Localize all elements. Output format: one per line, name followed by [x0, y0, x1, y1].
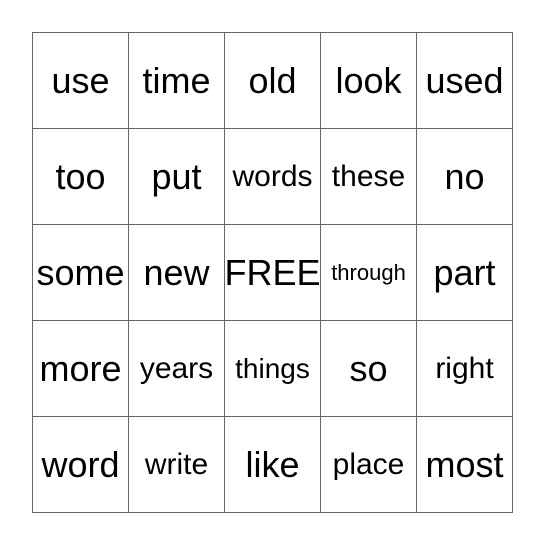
bingo-cell: time	[129, 33, 225, 129]
bingo-cell: so	[321, 321, 417, 417]
free-space-cell: FREE	[225, 225, 321, 321]
bingo-cell: words	[225, 129, 321, 225]
bingo-cell: more	[33, 321, 129, 417]
bingo-cell: use	[33, 33, 129, 129]
bingo-cell: place	[321, 417, 417, 513]
bingo-cell: like	[225, 417, 321, 513]
bingo-cell: write	[129, 417, 225, 513]
bingo-cell: no	[417, 129, 513, 225]
bingo-cell: too	[33, 129, 129, 225]
bingo-cell: part	[417, 225, 513, 321]
bingo-cell: through	[321, 225, 417, 321]
bingo-cell: put	[129, 129, 225, 225]
bingo-cell: these	[321, 129, 417, 225]
bingo-cell: years	[129, 321, 225, 417]
bingo-cell: old	[225, 33, 321, 129]
bingo-cell: some	[33, 225, 129, 321]
bingo-cell: most	[417, 417, 513, 513]
bingo-cell: new	[129, 225, 225, 321]
bingo-cell: word	[33, 417, 129, 513]
bingo-cell: used	[417, 33, 513, 129]
bingo-card: use time old look used too put words these no some…	[32, 32, 513, 513]
bingo-cell: right	[417, 321, 513, 417]
bingo-cell: look	[321, 33, 417, 129]
bingo-cell: things	[225, 321, 321, 417]
